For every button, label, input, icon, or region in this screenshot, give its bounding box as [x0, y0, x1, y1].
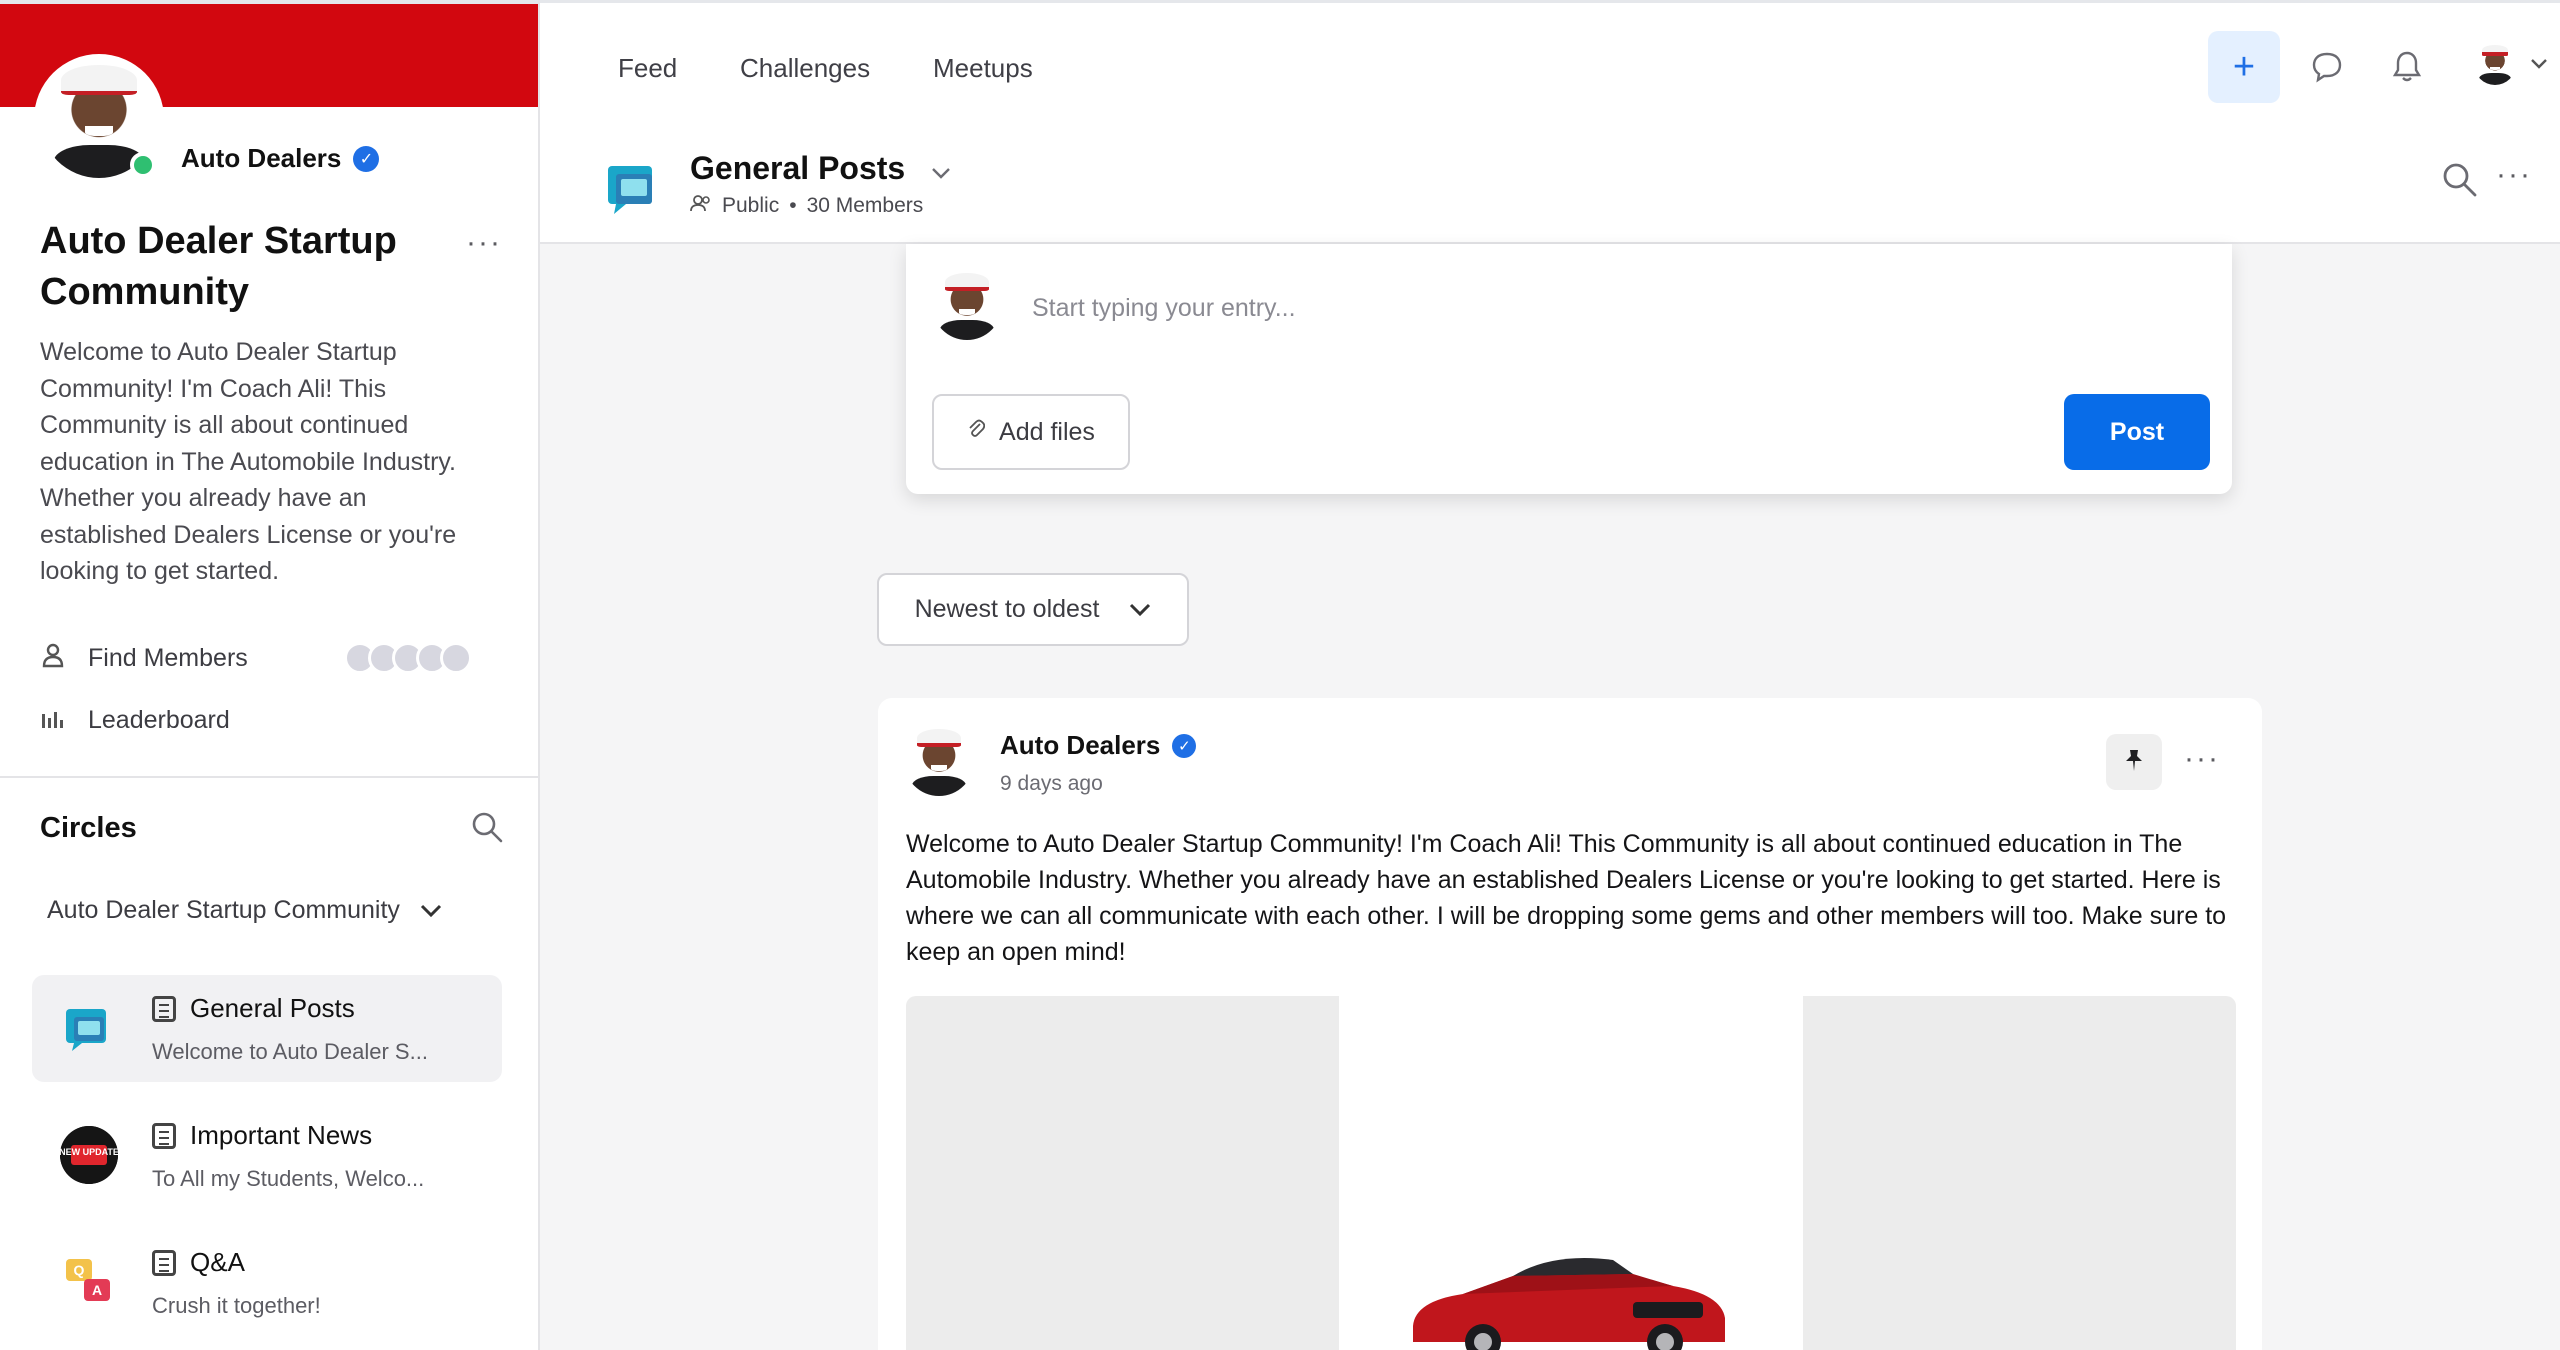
create-plus-button[interactable]: + — [2208, 31, 2280, 103]
online-status-dot — [130, 152, 156, 178]
paperclip-icon — [967, 418, 986, 447]
avatar-photo — [932, 270, 1002, 340]
circles-heading: Circles — [40, 812, 137, 844]
bar-chart-icon — [40, 707, 66, 735]
find-members-label: Find Members — [88, 644, 248, 672]
chat-bubble-icon[interactable] — [2310, 49, 2344, 83]
post-composer: Start typing your entry... Add files Pos… — [906, 244, 2232, 494]
chevron-down-icon — [1129, 595, 1151, 624]
space-more-button[interactable]: ··· — [2496, 158, 2532, 192]
leaderboard-label: Leaderboard — [88, 706, 230, 734]
space-item-general-posts[interactable]: General Posts Welcome to Auto Dealer S..… — [32, 975, 502, 1082]
document-icon — [152, 995, 176, 1022]
chat-bubbles-icon — [604, 160, 662, 218]
space-visibility: Public — [722, 194, 780, 217]
space-name: Important News — [152, 1120, 372, 1151]
user-avatar[interactable] — [2474, 43, 2516, 85]
chat-bubbles-icon — [60, 999, 118, 1057]
pin-icon — [2121, 747, 2147, 778]
document-icon — [152, 1249, 176, 1276]
find-members-link[interactable]: Find Members — [40, 642, 248, 675]
post-author-name: Auto Dealers — [1000, 730, 1161, 760]
bell-icon[interactable] — [2390, 49, 2424, 83]
tab-meetups[interactable]: Meetups — [933, 53, 1033, 84]
post-more-button[interactable]: ··· — [2184, 742, 2220, 776]
red-convertible-car-image — [1413, 1258, 1725, 1350]
community-brand-name: Auto Dealers — [181, 143, 342, 173]
sidebar: Auto Dealers ✓ Auto Dealer Startup Commu… — [0, 0, 540, 1350]
space-name: General Posts — [152, 993, 355, 1024]
space-preview: Crush it together! — [152, 1293, 321, 1318]
verified-badge-icon: ✓ — [1172, 733, 1197, 758]
entry-input[interactable]: Start typing your entry... — [1032, 294, 1296, 323]
space-name: Q&A — [152, 1247, 245, 1278]
document-icon — [152, 1122, 176, 1149]
new-update-badge-icon: NEW UPDATE — [59, 1126, 119, 1184]
add-files-label: Add files — [999, 417, 1095, 446]
pin-button[interactable] — [2106, 734, 2162, 790]
qa-bubbles-icon: Q A — [60, 1253, 118, 1311]
svg-text:Q: Q — [74, 1262, 85, 1278]
search-icon[interactable] — [470, 810, 504, 844]
avatar-photo — [904, 726, 974, 796]
leaderboard-link[interactable]: Leaderboard — [40, 706, 230, 735]
svg-text:A: A — [92, 1282, 102, 1298]
member-avatars[interactable] — [344, 642, 472, 674]
community-brand[interactable]: Auto Dealers ✓ — [181, 143, 380, 174]
post-body: Welcome to Auto Dealer Startup Community… — [906, 830, 2227, 966]
sort-selected-label: Newest to oldest — [914, 595, 1100, 623]
post-button[interactable]: Post — [2064, 394, 2210, 470]
search-icon[interactable] — [2440, 160, 2478, 198]
post-image-gallery[interactable] — [906, 996, 2236, 1350]
chevron-down-icon — [931, 150, 951, 187]
post-author[interactable]: Auto Dealers ✓ — [1000, 730, 1197, 761]
verified-badge-icon: ✓ — [353, 145, 380, 172]
people-icon — [690, 194, 712, 218]
member-avatar — [440, 642, 472, 674]
new-badge-text: NEW UPDATE — [60, 1147, 118, 1157]
space-header: General Posts Public • 30 Members ··· — [540, 130, 2560, 244]
space-preview: Welcome to Auto Dealer S... — [152, 1039, 428, 1064]
user-icon — [40, 642, 66, 675]
gallery-image-placeholder[interactable] — [1803, 996, 2236, 1350]
space-item-qa[interactable]: Q A Q&A Crush it together! — [32, 1229, 502, 1336]
circle-group-select[interactable]: Auto Dealer Startup Community — [47, 896, 442, 925]
meta-separator: • — [789, 194, 797, 217]
space-item-important-news[interactable]: NEW UPDATE Important News To All my Stud… — [32, 1102, 502, 1209]
gallery-image-car[interactable] — [1339, 996, 1803, 1350]
space-preview: To All my Students, Welco... — [152, 1166, 425, 1191]
tab-feed[interactable]: Feed — [618, 53, 677, 84]
avatar-photo — [2474, 43, 2516, 85]
sidebar-divider — [0, 776, 538, 778]
space-title[interactable]: General Posts — [690, 150, 951, 187]
space-name-label: Important News — [190, 1120, 373, 1150]
post-card: Auto Dealers ✓ 9 days ago ··· Welcome to… — [878, 698, 2262, 1350]
author-avatar[interactable] — [904, 726, 974, 796]
space-title-label: General Posts — [690, 150, 906, 186]
community-title: Auto Dealer Startup Community — [40, 220, 397, 313]
space-name-label: General Posts — [190, 993, 355, 1023]
sort-select[interactable]: Newest to oldest — [877, 573, 1189, 646]
top-navigation: Feed Challenges Meetups + — [540, 0, 2560, 130]
circle-group-label: Auto Dealer Startup Community — [47, 896, 400, 924]
add-files-button[interactable]: Add files — [932, 394, 1130, 470]
post-timestamp: 9 days ago — [1000, 772, 1103, 795]
community-description: Welcome to Auto Dealer Startup Community… — [40, 338, 457, 585]
chevron-down-icon[interactable] — [2530, 53, 2548, 76]
space-meta: Public • 30 Members — [690, 194, 923, 218]
space-member-count[interactable]: 30 Members — [807, 194, 924, 218]
community-more-button[interactable]: ··· — [466, 226, 502, 260]
user-avatar — [932, 270, 1002, 340]
space-name-label: Q&A — [190, 1247, 245, 1277]
chevron-down-icon — [420, 896, 442, 925]
tab-challenges[interactable]: Challenges — [740, 53, 870, 84]
gallery-image-placeholder[interactable] — [906, 996, 1339, 1350]
